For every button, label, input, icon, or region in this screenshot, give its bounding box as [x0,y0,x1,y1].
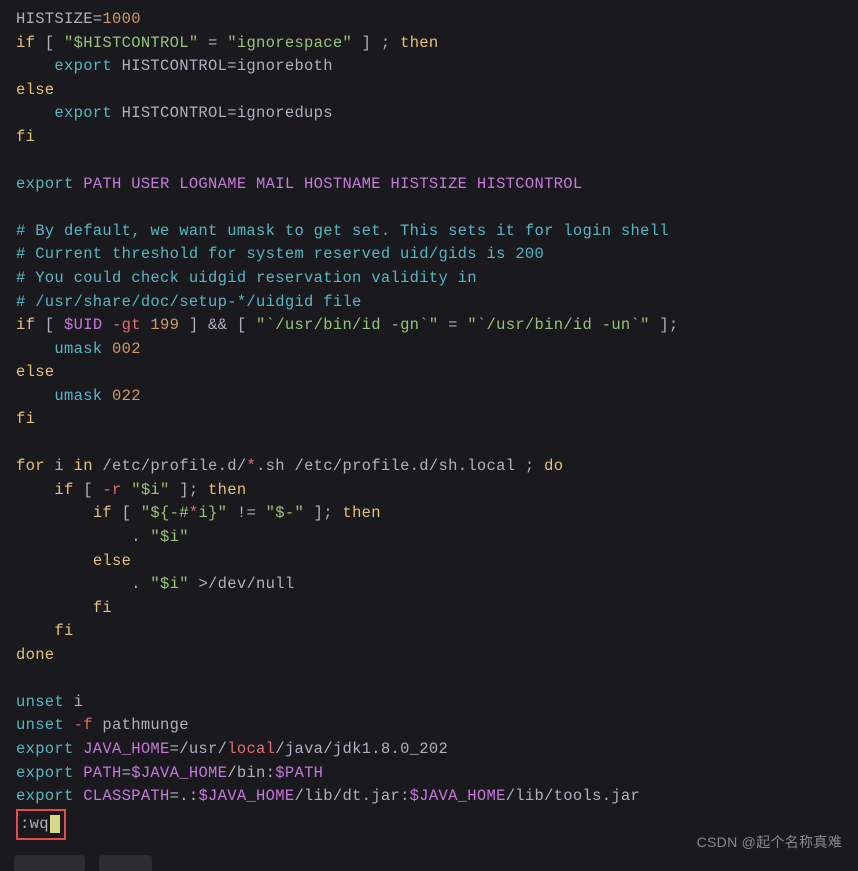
tab-hint[interactable] [14,855,85,871]
bottom-tab-bar [14,855,152,871]
vim-command-text: :wq [20,815,49,833]
editor-content: HISTSIZE=1000 if [ "$HISTCONTROL" = "ign… [16,8,842,840]
vim-command-line[interactable]: :wq [16,809,66,841]
tab-hint[interactable] [99,855,152,871]
var-histsize: HISTSIZE [16,10,93,28]
cursor-icon [50,815,60,833]
watermark-text: CSDN @起个名称真难 [697,832,842,853]
comment-line: # By default, we want umask to get set. … [16,222,669,240]
